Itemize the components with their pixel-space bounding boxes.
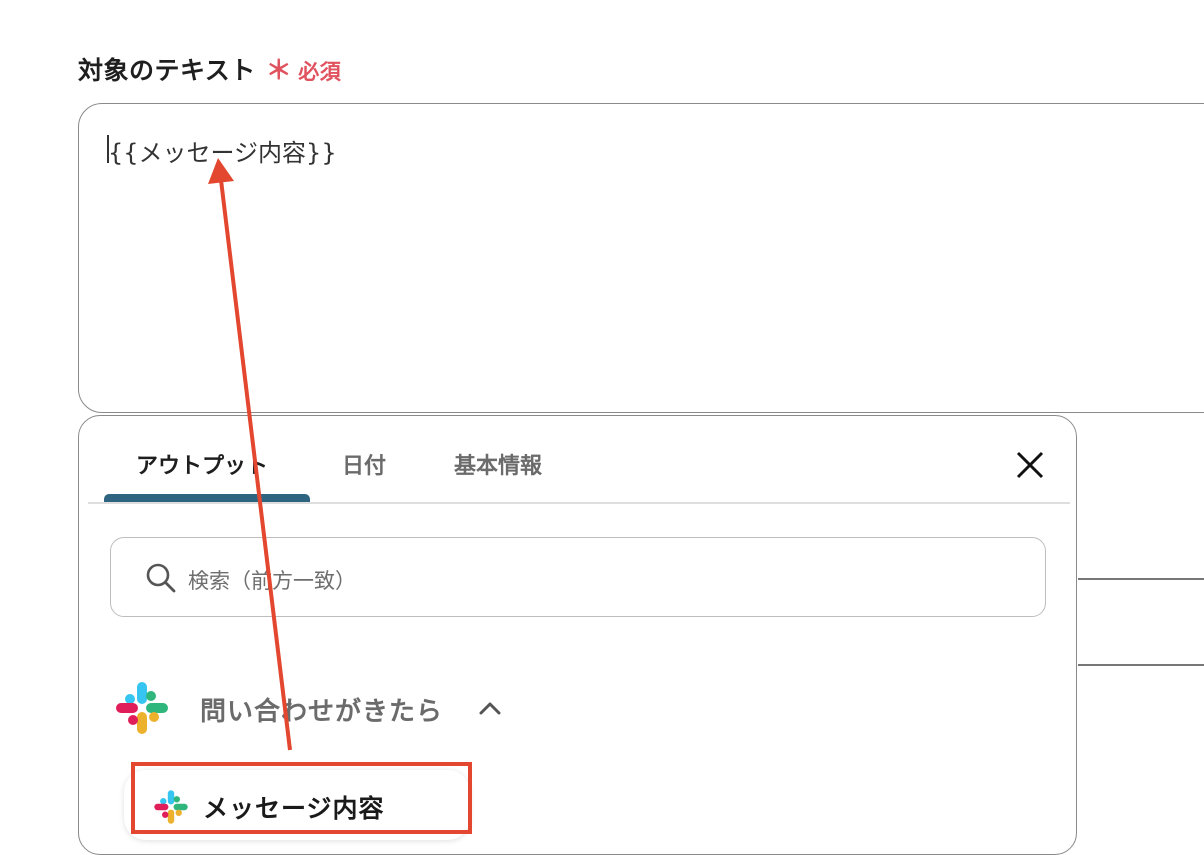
annotation-highlight-box xyxy=(131,762,472,834)
close-icon[interactable] xyxy=(1012,447,1048,483)
field-label: 対象のテキスト ＊必須 xyxy=(78,50,341,87)
tab-divider xyxy=(88,502,1070,504)
field-label-text: 対象のテキスト xyxy=(78,56,256,85)
chevron-up-icon[interactable] xyxy=(476,697,504,719)
output-group-title[interactable]: 問い合わせがきたら xyxy=(200,691,443,728)
tab-date[interactable]: 日付 xyxy=(342,448,386,480)
required-badge: 必須 xyxy=(298,60,342,84)
text-input-value: {{メッセージ内容}} xyxy=(108,139,337,167)
search-icon xyxy=(146,563,176,593)
background-divider xyxy=(1078,578,1204,580)
tab-output[interactable]: アウトプット xyxy=(136,448,268,480)
tab-basic-info[interactable]: 基本情報 xyxy=(454,448,542,480)
search-placeholder: 検索（前方一致） xyxy=(188,569,356,593)
slack-icon xyxy=(116,682,168,734)
active-tab-indicator xyxy=(104,494,310,502)
required-asterisk: ＊ xyxy=(265,56,293,86)
background-divider xyxy=(1078,664,1204,666)
